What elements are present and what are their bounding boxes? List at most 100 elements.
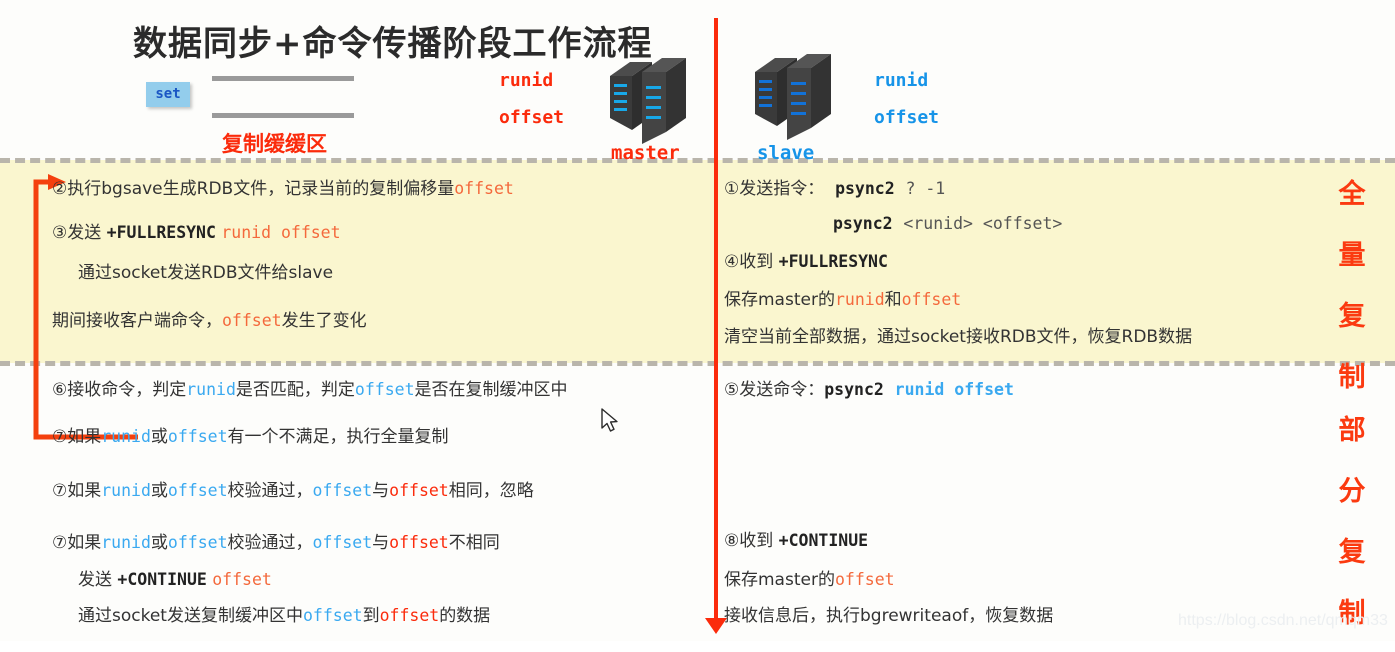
t: 有一个不满足，执行全量复制 [227,427,449,447]
slave-full-save-line: 保存master的runid和offset [724,290,962,310]
fullresync-token: +FULLRESYNC [778,252,888,271]
full-replication-vertical-label: 全 量 复 制 [1328,172,1376,416]
diagram-canvas: 数据同步+命令传播阶段工作流程 set 复制缓缓区 master runid o… [0,0,1395,641]
set-command-box: set [146,82,190,107]
t: 发送 [78,570,118,590]
slave-full-clear-line: 清空当前全部数据，通过socket接收RDB文件，恢复RDB数据 [724,329,1192,346]
psync2-token: psync2 [833,214,893,233]
step-number: ③ [52,223,68,243]
t: 发送指令： [739,179,825,199]
slave-partial-step-8: ⑧收到 +CONTINUE [724,531,869,551]
offset-token: offset [212,570,272,589]
t: 收到 [739,531,779,551]
t: 和 [884,290,902,310]
vlabel-char: 分 [1338,476,1366,507]
master-runid-label: runid [499,70,554,91]
t: 收到 [739,252,779,272]
runid-offset-args: runid offset [894,380,1014,399]
step-text: 执行bgsave生成RDB文件，记录当前的复制偏移量 [67,179,455,199]
t: 的数据 [439,606,491,626]
t: 发送命令： [739,380,825,400]
t: 校验通过， [227,481,313,501]
band-divider-top [0,158,1395,163]
continue-token: +CONTINUE [778,531,869,550]
master-label: master [611,142,680,164]
slave-full-step-1b: psync2 <runid> <offset> [833,214,1063,233]
offset-token: offset [167,533,228,552]
step-number: ⑥ [52,380,68,400]
t: 如果 [67,533,102,553]
t: 是否匹配，判定 [235,380,355,400]
step-number: ④ [724,252,740,272]
t: 接收信息后，执行bgrewriteaof，恢复数据 [724,606,1054,626]
runid-token: runid [186,380,236,399]
slave-runid-label: runid [874,70,929,91]
replication-buffer-line-top [212,76,354,81]
t: 保存master的 [724,290,835,310]
runid-offset-args: runid offset [221,223,341,242]
offset-token-blue: offset [312,533,373,552]
t: 通过socket发送复制缓冲区中 [78,606,303,626]
t: 或 [150,481,168,501]
master-partial-continue: 发送 +CONTINUE offset [78,570,272,590]
master-partial-step-7c: ⑦如果runid或offset校验通过，offset与offset不相同 [52,533,500,553]
psync2-args: <runid> <offset> [903,214,1063,233]
offset-token: offset [354,380,415,399]
slave-full-step-4: ④收到 +FULLRESYNC [724,252,888,272]
offset-token-red: offset [379,606,440,625]
step-number: ⑧ [724,531,740,551]
offset-token-blue: offset [312,481,373,500]
master-partial-step-7b: ⑦如果runid或offset校验通过，offset与offset相同，忽略 [52,481,534,501]
master-full-step-3: ③发送 +FULLRESYNC runid offset [52,223,341,243]
slave-offset-label: offset [874,107,940,128]
band-divider-bottom [0,361,1395,366]
offset-token: offset [834,570,895,589]
master-partial-step-6: ⑥接收命令，判定runid是否匹配，判定offset是否在复制缓冲区中 [52,380,568,400]
step-number: ⑤ [724,380,740,400]
master-partial-step-7a: ⑦如果runid或offset有一个不满足，执行全量复制 [52,427,449,447]
runid-token: runid [101,427,151,446]
t: 或 [150,533,168,553]
master-full-step-3b: 通过socket发送RDB文件给slave [78,265,333,282]
t: 与 [372,533,390,553]
fullresync-token: +FULLRESYNC [106,223,216,242]
t: 与 [372,481,390,501]
replication-buffer-line-bottom [212,113,354,118]
vlabel-char: 复 [1338,301,1366,332]
master-partial-socket-line: 通过socket发送复制缓冲区中offset到offset的数据 [78,606,491,626]
step-text: 发送 [67,223,107,243]
vlabel-char: 复 [1338,537,1366,568]
offset-token: offset [901,290,962,309]
step-text-2: 发生了变化 [281,311,367,331]
master-offset-label: offset [499,107,565,128]
vlabel-char: 全 [1338,179,1366,210]
slave-partial-save-line: 保存master的offset [724,570,895,590]
replication-buffer-label: 复制缓缓区 [222,132,327,156]
step-text: 期间接收客户端命令， [52,311,222,331]
t: 到 [362,606,380,626]
offset-token: offset [222,311,282,330]
t: 是否在复制缓冲区中 [414,380,568,400]
t: 相同，忽略 [448,481,534,501]
step-number: ⑦ [52,533,68,553]
vlabel-char: 量 [1338,240,1366,271]
master-full-note: 期间接收客户端命令，offset发生了变化 [52,311,367,331]
t: 接收命令，判定 [67,380,187,400]
slave-partial-step-5: ⑤发送命令：psync2 runid offset [724,380,1014,400]
slave-partial-recover-line: 接收信息后，执行bgrewriteaof，恢复数据 [724,608,1053,625]
t: 保存master的 [724,570,835,590]
slave-full-step-1: ①发送指令： psync2 ? -1 [724,179,946,199]
t: 如果 [67,427,102,447]
master-server-icon [606,56,686,144]
set-command-label: set [155,86,181,102]
offset-token: offset [167,427,228,446]
psync2-token: psync2 [835,179,895,198]
page-title: 数据同步+命令传播阶段工作流程 [133,24,653,64]
slave-server-icon [751,52,831,140]
runid-token: runid [101,533,151,552]
center-divider-line [714,18,718,623]
master-full-step-2: ②执行bgsave生成RDB文件，记录当前的复制偏移量offset [52,179,514,199]
step-text: 通过socket发送RDB文件给slave [78,263,334,283]
psync2-args: ? -1 [905,179,946,198]
psync2-token: psync2 [824,380,884,399]
